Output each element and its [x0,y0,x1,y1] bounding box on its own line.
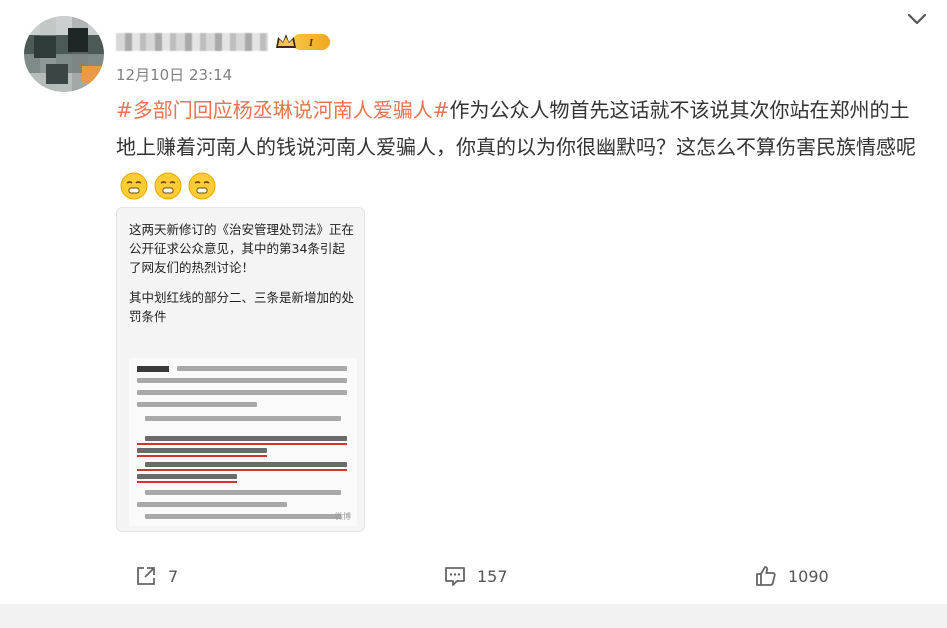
comment-icon [445,567,465,586]
vip-crown-icon[interactable]: I [274,31,332,53]
post-actions: 7 157 1090 [0,556,947,600]
chevron-down-icon[interactable] [905,10,929,28]
vip-badge-label: I [308,37,314,49]
feed-separator [0,604,947,628]
image-watermark: 微博 [335,512,351,521]
image-paragraph-1: 这两天新修订的《治安管理处罚法》正在公开征求公众意见，其中的第34条引起了网友们… [129,222,355,275]
legal-document-scan: 微博 [129,358,357,526]
smug-face-emoji [188,172,216,199]
thumbs-up-icon [756,566,776,586]
username[interactable] [116,33,268,51]
share-icon [137,567,155,585]
comment-count: 157 [477,566,508,586]
post-body: #多部门回应杨丞琳说河南人爱骗人#作为公众人物首先这话就不该说其次你站在郑州的土… [116,92,926,203]
post-timestamp[interactable]: 12月10日 23:14 [116,64,232,85]
post-image[interactable]: 这两天新修订的《治安管理处罚法》正在公开征求公众意见，其中的第34条引起了网友们… [116,207,365,532]
smug-face-emoji [120,172,148,199]
repost-button[interactable]: 7 [134,564,178,588]
like-button[interactable]: 1090 [754,564,829,588]
smug-face-emoji [154,172,182,199]
image-paragraph-2: 其中划红线的部分二、三条是新增加的处罚条件 [129,290,355,324]
repost-count: 7 [168,566,179,586]
emoji-row [120,172,216,200]
like-count: 1090 [788,566,829,586]
comment-button[interactable]: 157 [443,564,508,588]
hashtag-link[interactable]: #多部门回应杨丞琳说河南人爱骗人# [116,98,450,122]
avatar[interactable] [24,16,104,92]
